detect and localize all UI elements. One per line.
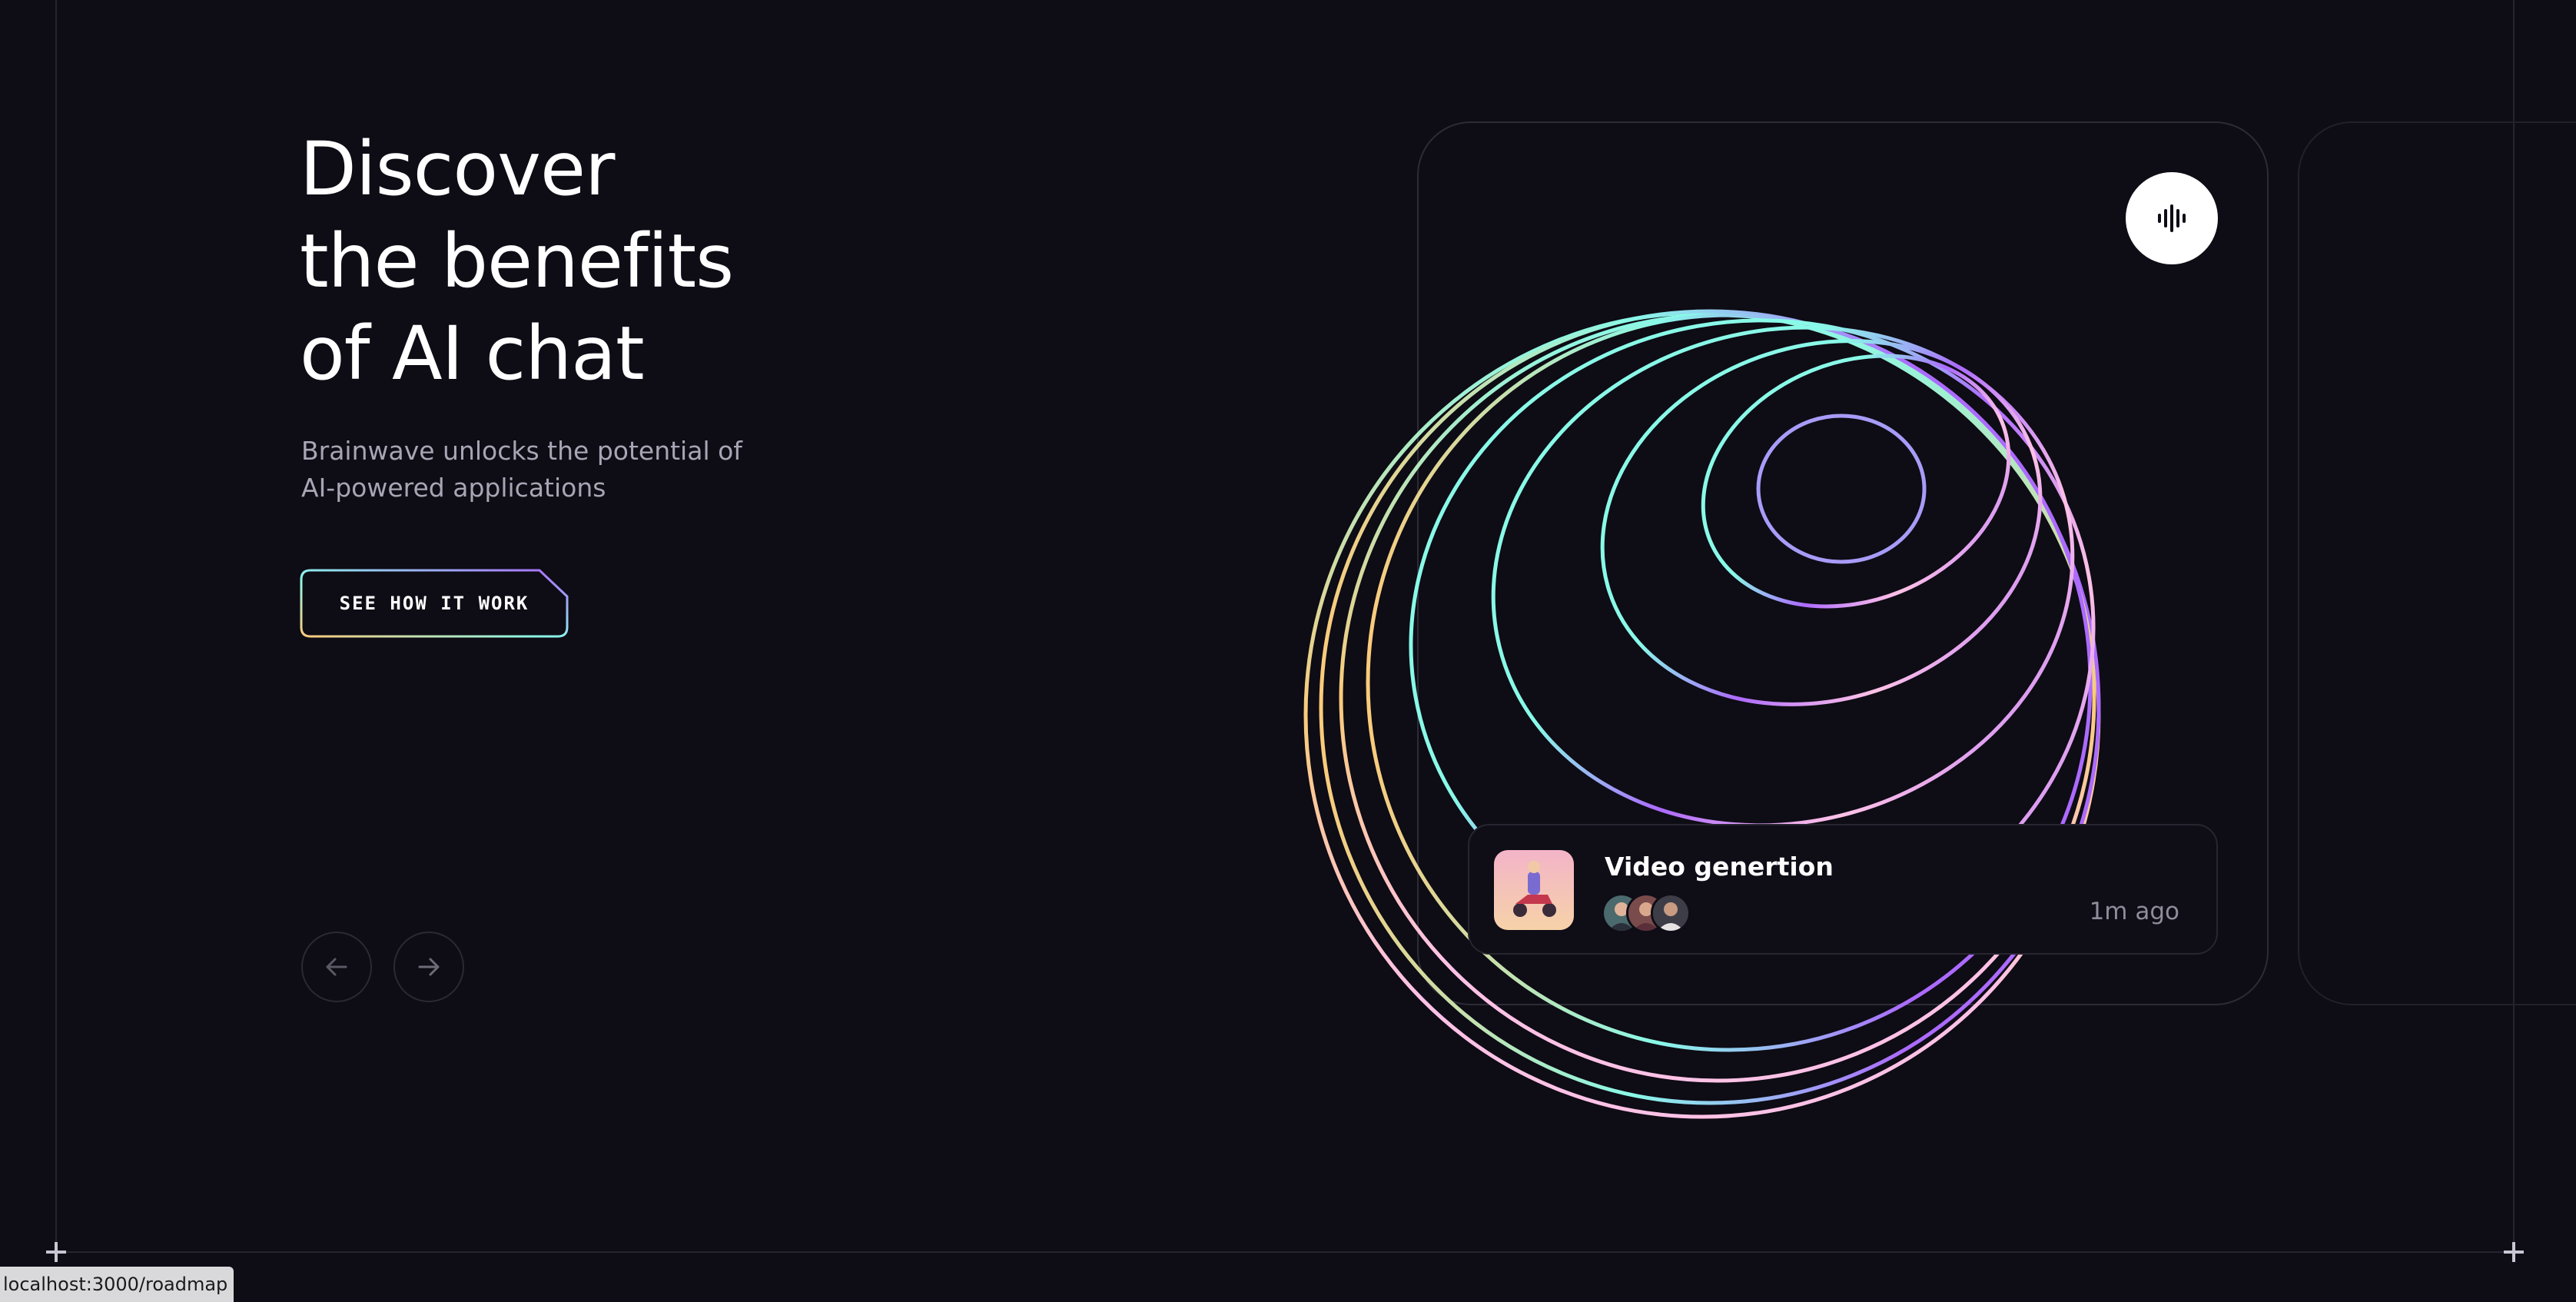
arrow-left-icon <box>326 958 347 976</box>
notification-title: Video genertion <box>1605 852 1834 882</box>
hero-subtitle-line: Brainwave unlocks the potential of <box>301 436 742 466</box>
page: Discover the benefits of AI chat Brainwa… <box>0 0 2576 1302</box>
hero-title-line: of AI chat <box>300 311 645 397</box>
scooter-thumbnail <box>1494 850 1574 930</box>
plus-icon <box>46 1242 66 1262</box>
see-how-it-work-button[interactable]: SEE HOW IT WORK <box>300 569 569 638</box>
avatar-group <box>1602 893 1694 933</box>
gradient-sphere-illustration <box>1303 309 2101 1119</box>
carousel-next-button[interactable] <box>393 932 464 1002</box>
notification-time: 1m ago <box>2089 898 2179 925</box>
voice-button[interactable] <box>2126 172 2218 264</box>
notification-card[interactable]: Video genertion 1m ago <box>1468 824 2218 955</box>
carousel-prev-button[interactable] <box>301 932 372 1002</box>
bottom-frame-line <box>55 1251 2515 1253</box>
cta-label: SEE HOW IT WORK <box>339 593 529 614</box>
hero-title-line: the benefits <box>300 218 734 304</box>
left-frame-line <box>55 0 57 1253</box>
hero-subtitle-line: AI-powered applications <box>301 473 606 503</box>
hero-title-line: Discover <box>300 126 615 212</box>
hero-subtitle: Brainwave unlocks the potential of AI-po… <box>301 433 793 507</box>
avatar <box>1651 893 1691 933</box>
arrow-right-icon <box>418 958 440 976</box>
plus-icon <box>2504 1242 2524 1262</box>
sound-wave-icon <box>2158 204 2186 232</box>
status-bar-url: localhost:3000/roadmap <box>0 1267 234 1302</box>
hero-title: Discover the benefits of AI chat <box>300 123 991 400</box>
next-feature-card[interactable] <box>2298 121 2576 1005</box>
